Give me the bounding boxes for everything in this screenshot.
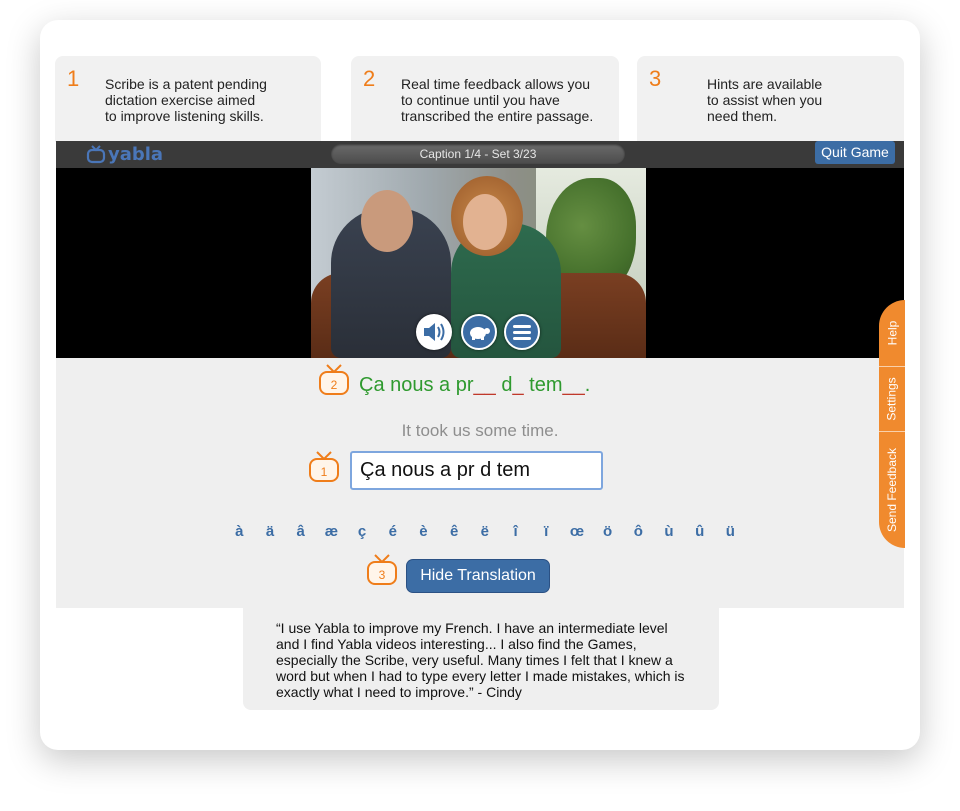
- marker-number: 3: [379, 568, 386, 582]
- tv-logo-icon: [86, 145, 106, 164]
- sentence-segment: Ça nous a: [359, 374, 456, 396]
- special-char-button[interactable]: ù: [654, 523, 685, 540]
- special-char-button[interactable]: œ: [562, 523, 593, 540]
- yabla-logo: yabla: [86, 143, 163, 165]
- settings-tab[interactable]: Settings: [879, 367, 905, 431]
- step-number: 3: [649, 66, 662, 91]
- sentence-segment: .: [584, 374, 591, 396]
- step-1-panel: 1 Scribe is a patent pending dictation e…: [55, 56, 321, 142]
- step-2-panel: 2 Real time feedback allows you to conti…: [351, 56, 619, 142]
- special-char-button[interactable]: é: [377, 523, 408, 540]
- special-char-button[interactable]: æ: [316, 523, 347, 540]
- send-feedback-tab-label: Send Feedback: [885, 447, 899, 533]
- feedback-sentence: Ça nous a pr__ d_ tem__.: [359, 374, 590, 397]
- turtle-icon[interactable]: [461, 314, 497, 350]
- send-feedback-tab[interactable]: Send Feedback: [879, 432, 905, 548]
- speaker-icon[interactable]: [416, 314, 452, 350]
- menu-icon[interactable]: [504, 314, 540, 350]
- sentence-segment: d: [501, 374, 513, 396]
- tv-marker-2-icon: 2: [318, 363, 350, 402]
- special-char-button[interactable]: ô: [623, 523, 654, 540]
- help-tab-label: Help: [885, 320, 899, 346]
- special-char-button[interactable]: ë: [470, 523, 501, 540]
- step-text: Scribe is a patent pending dictation exe…: [105, 76, 267, 124]
- video-frame: [311, 168, 646, 358]
- step-number: 1: [67, 66, 80, 91]
- testimonial-box: “I use Yabla to improve my French. I hav…: [243, 608, 719, 710]
- special-char-button[interactable]: ç: [347, 523, 378, 540]
- special-char-button[interactable]: è: [408, 523, 439, 540]
- special-char-button[interactable]: ê: [439, 523, 470, 540]
- step-3-panel: 3 Hints are available to assist when you…: [637, 56, 904, 142]
- step-text: Hints are available to assist when you n…: [707, 76, 823, 124]
- special-char-button[interactable]: û: [684, 523, 715, 540]
- testimonial-text: “I use Yabla to improve my French. I hav…: [276, 620, 685, 700]
- marker-number: 2: [331, 378, 338, 392]
- video-woman-head: [463, 194, 507, 250]
- special-char-button[interactable]: ï: [531, 523, 562, 540]
- special-character-bar: àäâæçéèêëîïœöôùûü: [224, 523, 746, 540]
- sentence-segment: tem: [529, 374, 563, 396]
- tv-marker-3-icon: 3: [366, 553, 398, 592]
- special-char-button[interactable]: ö: [592, 523, 623, 540]
- special-char-button[interactable]: ä: [255, 523, 286, 540]
- special-char-button[interactable]: â: [285, 523, 316, 540]
- hide-translation-button[interactable]: Hide Translation: [407, 560, 549, 592]
- translation-text: It took us some time.: [401, 421, 559, 440]
- side-tab-strip: Help Settings Send Feedback: [879, 300, 905, 548]
- video-man-head: [361, 190, 413, 252]
- caption-progress: Caption 1/4 - Set 3/23: [331, 144, 625, 164]
- missing-letters: _: [512, 374, 524, 396]
- scribe-game: yabla Caption 1/4 - Set 3/23 Quit Game 2…: [56, 141, 904, 608]
- marker-number: 1: [321, 465, 328, 479]
- missing-letters: __: [562, 374, 585, 396]
- step-text: Real time feedback allows you to continu…: [401, 76, 594, 124]
- special-char-button[interactable]: à: [224, 523, 255, 540]
- special-char-button[interactable]: ü: [715, 523, 746, 540]
- help-tab[interactable]: Help: [879, 300, 905, 366]
- tv-marker-1-icon: 1: [308, 450, 340, 489]
- sentence-segment: pr: [455, 374, 474, 396]
- video-player[interactable]: [56, 168, 904, 358]
- step-number: 2: [363, 66, 376, 91]
- answer-input[interactable]: [350, 451, 603, 490]
- quit-game-button[interactable]: Quit Game: [815, 141, 895, 164]
- logo-text: yabla: [108, 143, 164, 165]
- game-top-bar: yabla Caption 1/4 - Set 3/23 Quit Game: [56, 141, 904, 168]
- settings-tab-label: Settings: [885, 377, 900, 421]
- missing-letters: __: [473, 374, 496, 396]
- special-char-button[interactable]: î: [500, 523, 531, 540]
